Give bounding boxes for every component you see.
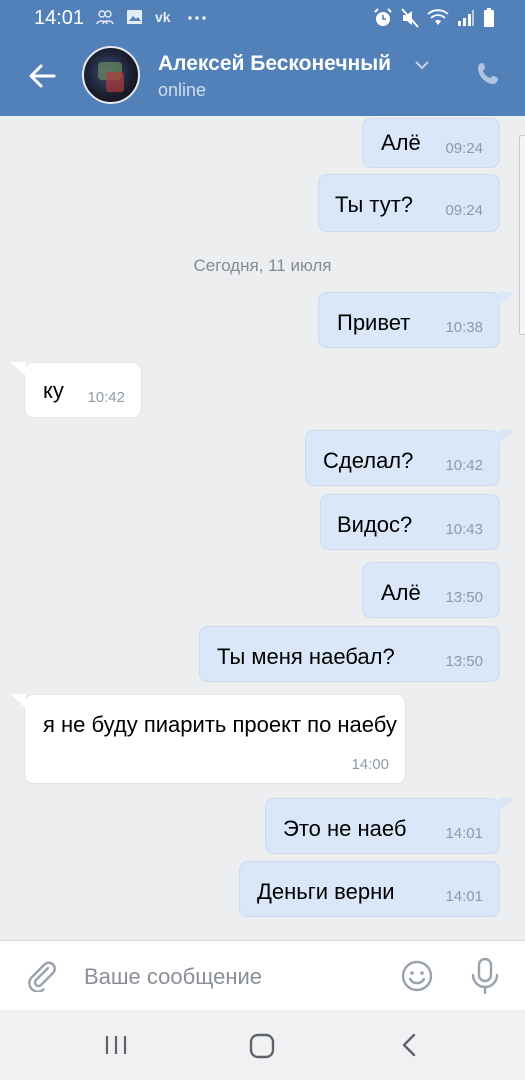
message-bubble-outgoing[interactable]: Ты меня наебал? 13:50	[199, 626, 500, 682]
more-icon	[188, 16, 206, 20]
message-text: Алё	[381, 130, 421, 155]
people-icon	[96, 10, 114, 25]
contact-status: online	[158, 80, 207, 100]
message-time: 14:01	[445, 888, 483, 906]
emoji-icon[interactable]	[400, 959, 434, 993]
message-bubble-incoming[interactable]: ку 10:42	[24, 362, 142, 418]
message-bubble-outgoing[interactable]: Алё 09:24	[362, 118, 500, 168]
avatar[interactable]	[82, 46, 140, 104]
message-bubble-outgoing[interactable]: Ты тут? 09:24	[318, 174, 500, 232]
bubble-tail	[10, 362, 26, 376]
recent-apps-icon[interactable]	[104, 1034, 128, 1056]
message-text: ку	[43, 378, 64, 403]
message-time: 13:50	[445, 653, 483, 671]
contact-name[interactable]: Алексей Бесконечный	[158, 52, 391, 76]
battery-icon	[484, 8, 494, 27]
bubble-tail	[499, 798, 515, 812]
attach-icon[interactable]	[24, 958, 58, 992]
vk-icon: vk	[155, 9, 171, 25]
message-time: 10:42	[87, 389, 125, 407]
message-time: 10:38	[445, 319, 483, 337]
message-time: 14:00	[351, 756, 389, 774]
bubble-tail	[10, 694, 26, 708]
back-arrow-icon[interactable]	[24, 58, 60, 94]
message-text: Привет	[337, 310, 411, 335]
message-text: Видос?	[337, 512, 413, 537]
svg-text:vk: vk	[155, 9, 171, 25]
message-bubble-outgoing[interactable]: Сделал? 10:42	[305, 430, 500, 486]
status-time: 14:01	[34, 7, 85, 29]
date-separator: Сегодня, 11 июля	[193, 256, 332, 275]
message-text: Деньги верни	[257, 879, 395, 904]
chat-header: Алексей Бесконечный online	[0, 36, 525, 116]
message-text: Алё	[381, 580, 421, 605]
message-bubble-incoming[interactable]: я не буду пиарить проект по наебу 14:00	[24, 694, 406, 784]
home-icon[interactable]	[248, 1032, 276, 1060]
message-bubble-outgoing[interactable]: Видос? 10:43	[320, 494, 500, 550]
message-text: я не буду пиарить проект по наебу	[43, 712, 397, 737]
chevron-down-icon[interactable]	[414, 58, 430, 72]
scrollbar[interactable]	[519, 135, 525, 335]
message-bubble-outgoing[interactable]: Это не наеб 14:01	[265, 798, 500, 854]
message-time: 10:43	[445, 521, 483, 539]
navigation-bar	[0, 1010, 525, 1080]
phone-icon[interactable]	[475, 60, 503, 88]
message-time: 14:01	[445, 825, 483, 843]
message-text: Это не наеб	[283, 816, 407, 841]
message-composer	[0, 940, 525, 1010]
microphone-icon[interactable]	[468, 957, 502, 995]
message-input[interactable]	[84, 963, 374, 991]
message-time: 09:24	[445, 202, 483, 220]
message-time: 09:24	[445, 140, 483, 158]
message-time: 10:42	[445, 457, 483, 475]
wifi-icon	[427, 9, 449, 25]
image-icon	[127, 10, 142, 24]
alarm-icon	[374, 8, 392, 26]
bubble-tail	[499, 430, 515, 444]
message-text: Ты меня наебал?	[217, 644, 395, 669]
bubble-tail	[499, 292, 515, 306]
message-bubble-outgoing[interactable]: Привет 10:38	[318, 292, 500, 348]
back-icon[interactable]	[398, 1032, 420, 1058]
mute-icon	[401, 8, 419, 28]
message-time: 13:50	[445, 589, 483, 607]
message-bubble-outgoing[interactable]: Деньги верни 14:01	[239, 861, 500, 917]
message-bubble-outgoing[interactable]: Алё 13:50	[362, 562, 500, 618]
message-text: Сделал?	[323, 448, 414, 473]
status-bar: 14:01 vk	[0, 0, 525, 36]
message-text: Ты тут?	[335, 192, 414, 217]
signal-icon	[458, 10, 474, 26]
